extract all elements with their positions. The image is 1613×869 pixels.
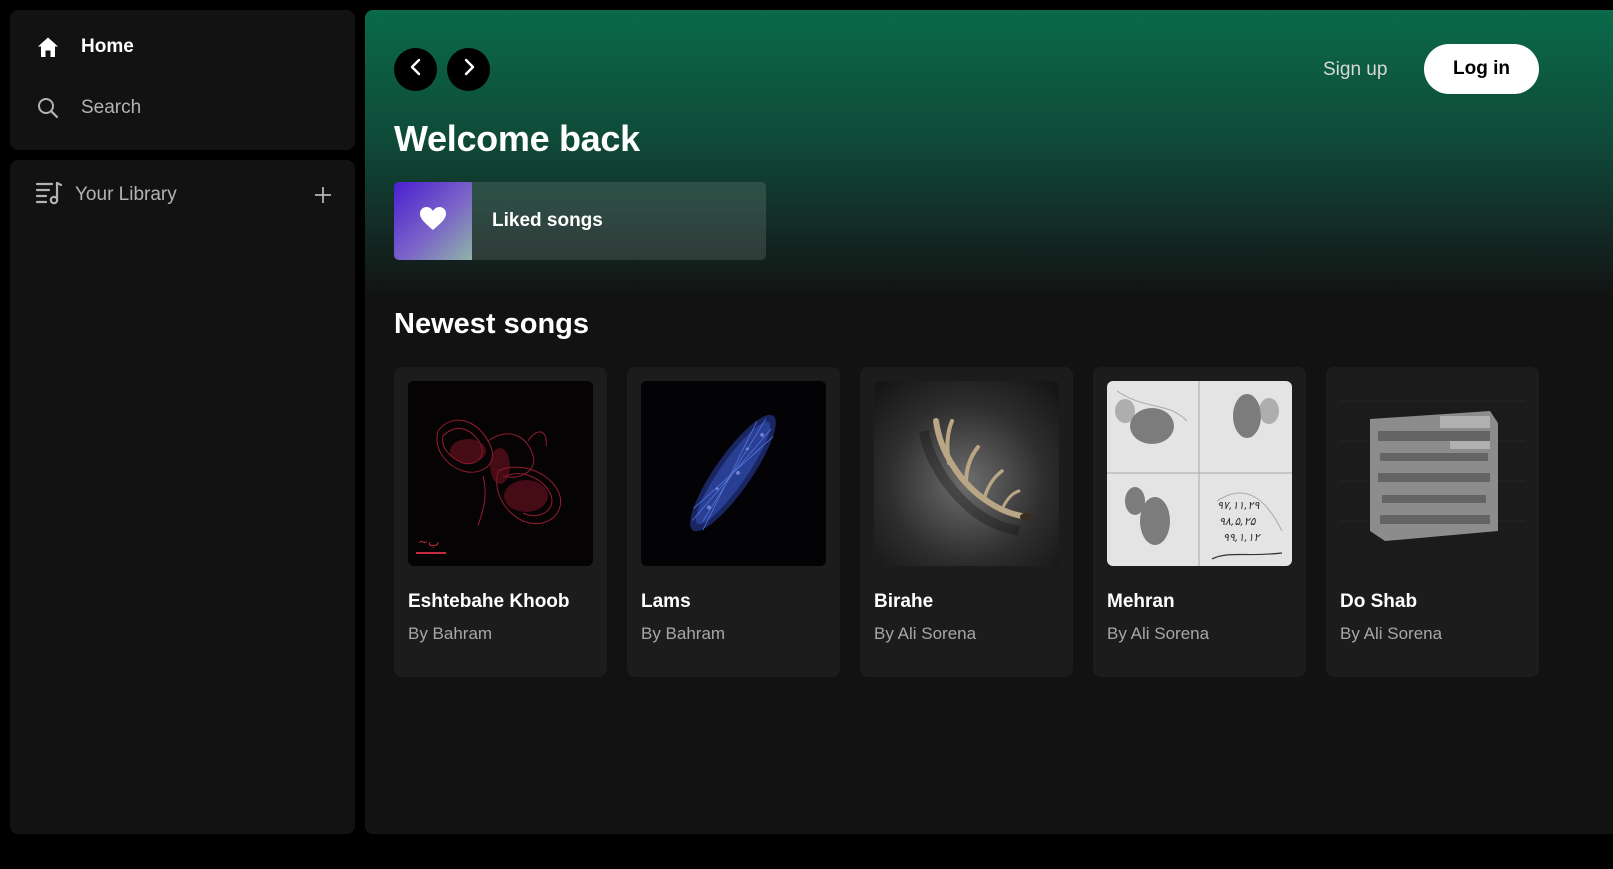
plus-icon[interactable] xyxy=(311,183,335,207)
page-title: Welcome back xyxy=(394,118,640,159)
song-artist: By Ali Sorena xyxy=(1340,624,1443,643)
nav-search-label: Search xyxy=(81,97,142,118)
login-button[interactable]: Log in xyxy=(1424,44,1539,94)
heart-icon xyxy=(419,206,447,237)
search-icon xyxy=(35,95,61,121)
liked-songs-label: Liked songs xyxy=(492,210,603,231)
nav-home[interactable]: Home xyxy=(35,28,355,66)
svg-text:~ب: ~ب xyxy=(418,535,439,549)
liked-songs-art xyxy=(394,182,472,260)
song-card[interactable]: Lams By Bahram xyxy=(627,367,840,677)
liked-songs-tile[interactable]: Liked songs xyxy=(394,182,766,260)
chevron-right-icon xyxy=(461,58,477,81)
song-title: Mehran xyxy=(1107,591,1175,612)
library-icon[interactable] xyxy=(35,180,63,211)
song-artist: By Bahram xyxy=(408,624,493,643)
nav-search[interactable]: Search xyxy=(35,89,355,127)
album-cover xyxy=(874,381,1059,566)
svg-text:۹۹,۱,۱۲: ۹۹,۱,۱۲ xyxy=(1223,531,1262,544)
album-cover xyxy=(641,381,826,566)
song-artist: By Ali Sorena xyxy=(874,624,977,643)
album-cover: ~ب xyxy=(408,381,593,566)
library-panel: Your Library xyxy=(10,160,355,834)
song-title: Birahe xyxy=(874,591,934,612)
chevron-left-icon xyxy=(408,58,424,81)
signup-link[interactable]: Sign up xyxy=(1323,57,1387,83)
svg-text:۹۷,۱۱,۲۹: ۹۷,۱۱,۲۹ xyxy=(1217,499,1260,512)
song-title: Do Shab xyxy=(1340,591,1418,612)
library-header: Your Library xyxy=(35,180,335,210)
song-artist: By Ali Sorena xyxy=(1107,624,1210,643)
song-card[interactable]: Do Shab By Ali Sorena xyxy=(1326,367,1539,677)
sidebar-nav: Home Search xyxy=(10,10,355,150)
newest-songs-list: ~ب Eshtebahe Khoob By Bahram Lams By Bah… xyxy=(394,367,1539,677)
history-nav xyxy=(394,48,490,91)
album-cover: ۹۷,۱۱,۲۹ ۹۸,۵,۲۵ ۹۹,۱,۱۲ xyxy=(1107,381,1292,566)
song-title: Lams xyxy=(641,591,691,612)
nav-home-label: Home xyxy=(81,36,134,57)
home-icon xyxy=(35,34,61,60)
song-card[interactable]: Birahe By Ali Sorena xyxy=(860,367,1073,677)
svg-text:۹۸,۵,۲۵: ۹۸,۵,۲۵ xyxy=(1219,515,1257,528)
back-button[interactable] xyxy=(394,48,437,91)
song-card[interactable]: ۹۷,۱۱,۲۹ ۹۸,۵,۲۵ ۹۹,۱,۱۲ Mehran By Ali S… xyxy=(1093,367,1306,677)
album-cover xyxy=(1340,381,1525,566)
section-title-newest: Newest songs xyxy=(394,308,589,340)
song-title: Eshtebahe Khoob xyxy=(408,591,570,612)
main-content: Sign up Log in Welcome back Liked songs … xyxy=(365,10,1613,834)
forward-button[interactable] xyxy=(447,48,490,91)
library-label[interactable]: Your Library xyxy=(75,184,177,206)
song-artist: By Bahram xyxy=(641,624,726,643)
song-card[interactable]: ~ب Eshtebahe Khoob By Bahram xyxy=(394,367,607,677)
